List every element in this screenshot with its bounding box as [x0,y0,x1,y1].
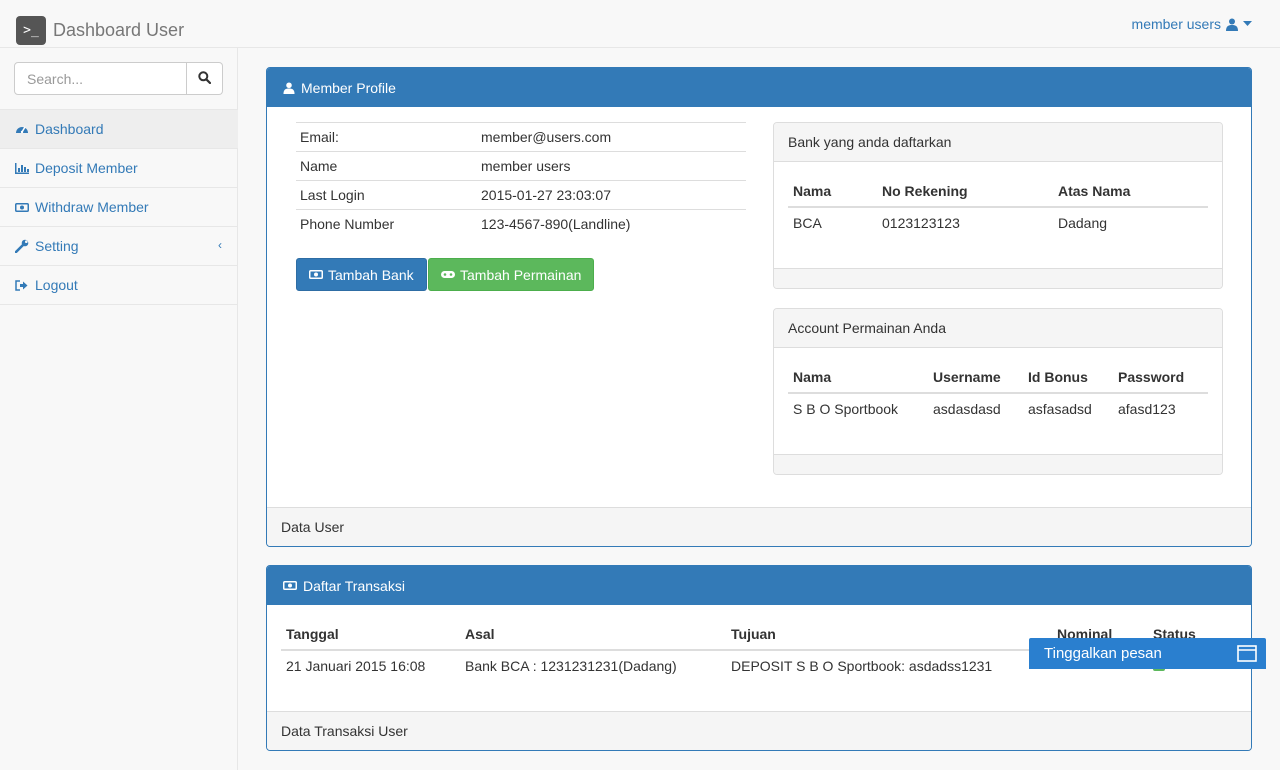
search-icon [198,70,212,87]
table-cell: DEPOSIT S B O Sportbook: asdadss1231 [731,657,993,674]
game-panel-title: Account Permainan Anda [774,309,1222,348]
tambah-bank-button[interactable]: Tambah Bank [296,258,427,291]
sidebar-item-deposit-member[interactable]: Deposit Member [0,149,238,188]
sidebar-menu: Dashboard Deposit Member Withdraw Member… [0,109,238,305]
panel-heading: Daftar Transaksi [267,566,1251,605]
caret-down-icon [1243,21,1252,27]
panel-title: Member Profile [301,79,396,96]
table-row: Email: member@users.com [296,122,746,152]
button-label: Tambah Permainan [460,266,582,283]
table-cell: afasd123 [1118,400,1176,417]
panel-footer: Data Transaksi User [267,711,1251,750]
dashboard-icon [15,123,29,135]
brand-title[interactable]: Dashboard User [53,20,184,41]
profile-value: 2015-01-27 23:03:07 [477,180,746,210]
table-row: S B O Sportbook asdasdasd asfasadsd afas… [788,393,1208,423]
table-row: Last Login 2015-01-27 23:03:07 [296,180,746,210]
table-cell: 0123123123 [882,214,960,231]
brand[interactable]: >_ Dashboard User [16,16,184,45]
profile-value: 123-4567-890(Landline) [477,209,746,239]
sidebar-item-label: Dashboard [35,121,104,137]
column-header: Username [928,362,1023,394]
profile-value: member@users.com [477,122,746,152]
table-row: Phone Number 123-4567-890(Landline) [296,209,746,239]
sidebar-item-logout[interactable]: Logout [0,266,238,305]
table-row: BCA 0123123123 Dadang [788,207,1208,237]
column-header: Nama [788,176,877,208]
sidebar-item-setting[interactable]: Setting ‹ [0,227,238,266]
sidebar-item-label: Setting [35,238,79,254]
bank-panel-title: Bank yang anda daftarkan [774,123,1222,162]
profile-table: Email: member@users.com Name member user… [296,122,746,239]
window-icon[interactable] [1237,645,1257,666]
user-menu[interactable]: member users [1132,16,1252,32]
column-header: No Rekening [877,176,1053,208]
table-cell: asfasadsd [1028,400,1092,417]
user-icon [1226,18,1238,31]
chat-widget[interactable]: Tinggalkan pesan [1029,638,1266,669]
table-cell: 21 Januari 2015 16:08 [286,657,426,674]
sidebar: Dashboard Deposit Member Withdraw Member… [0,48,238,770]
table-cell: Dadang [1058,214,1108,231]
table-cell: Bank BCA : 1231231231(Dadang) [465,657,677,674]
column-header: Tujuan [726,619,1052,651]
column-header: Id Bonus [1023,362,1113,394]
money-icon [283,581,297,590]
bank-table: Nama No Rekening Atas Nama BCA 012312312… [788,176,1208,237]
sidebar-item-label: Logout [35,277,78,293]
column-header: Asal [460,619,726,651]
table-row: Name member users [296,151,746,181]
profile-label: Phone Number [296,209,477,239]
button-label: Tambah Bank [328,266,414,283]
table-header-row: Nama No Rekening Atas Nama [788,176,1208,208]
sidebar-item-label: Withdraw Member [35,199,149,215]
money-icon [309,270,323,279]
game-account-table: Nama Username Id Bonus Password S B O Sp… [788,362,1208,423]
gamepad-icon [441,270,455,279]
search-input[interactable] [14,62,187,95]
column-header: Tanggal [281,619,460,651]
member-profile-panel: Member Profile Email: member@users.com N… [266,67,1252,547]
user-icon [283,81,295,94]
table-cell: asdasdasd [933,400,1001,417]
chat-widget-label: Tinggalkan pesan [1044,645,1162,662]
profile-label: Email: [296,122,477,152]
table-cell: S B O Sportbook [793,400,899,417]
bar-chart-icon [15,162,29,174]
game-account-panel: Account Permainan Anda Nama Username Id … [773,308,1223,475]
money-icon [15,202,29,212]
column-header: Nama [788,362,928,394]
search-group [14,62,223,95]
terminal-icon: >_ [16,16,46,45]
panel-title: Daftar Transaksi [303,577,405,594]
profile-label: Name [296,151,477,181]
tambah-permainan-button[interactable]: Tambah Permainan [428,258,595,291]
search-button[interactable] [187,62,223,95]
sidebar-item-dashboard[interactable]: Dashboard [0,110,238,149]
game-panel-footer [774,454,1222,474]
sign-out-icon [15,279,29,291]
chevron-left-icon: ‹ [218,238,222,252]
bank-panel-footer [774,268,1222,288]
profile-label: Last Login [296,180,477,210]
user-menu-label[interactable]: member users [1132,16,1221,32]
top-navbar: >_ Dashboard User member users [0,0,1280,48]
table-cell: BCA [793,214,822,231]
table-header-row: Nama Username Id Bonus Password [788,362,1208,394]
sidebar-item-withdraw-member[interactable]: Withdraw Member [0,188,238,227]
wrench-icon [15,239,29,253]
sidebar-item-label: Deposit Member [35,160,138,176]
bank-panel: Bank yang anda daftarkan Nama No Rekenin… [773,122,1223,289]
panel-heading: Member Profile [267,68,1251,107]
profile-value: member users [477,151,746,181]
column-header: Atas Nama [1053,176,1208,208]
panel-footer: Data User [267,507,1251,546]
column-header: Password [1113,362,1208,394]
